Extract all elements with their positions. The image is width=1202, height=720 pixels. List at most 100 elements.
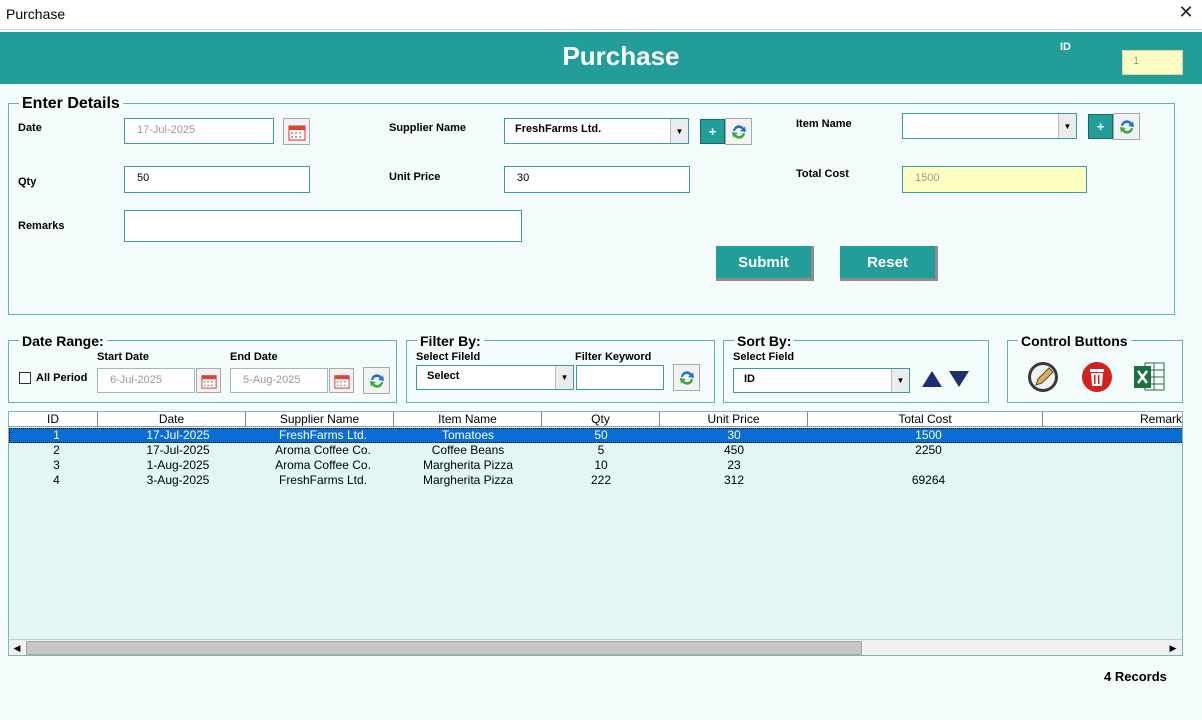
submit-button[interactable]: Submit	[716, 246, 814, 281]
end-date-label: End Date	[230, 351, 278, 363]
sort-field-select[interactable]: ID ▼	[733, 368, 910, 393]
cell-unit-price: 450	[723, 443, 745, 457]
column-header-unit-price[interactable]: Unit Price	[660, 412, 808, 427]
excel-icon	[1134, 362, 1165, 391]
cell-item: Margherita Pizza	[422, 473, 514, 487]
chevron-down-icon[interactable]: ▼	[1058, 114, 1076, 138]
filter-field-select[interactable]: Select ▼	[416, 365, 574, 390]
remarks-field[interactable]	[124, 210, 522, 242]
trash-icon	[1082, 362, 1112, 392]
cell-date: 1-Aug-2025	[146, 458, 210, 472]
add-supplier-button[interactable]: +	[700, 119, 725, 144]
cell-date: 17-Jul-2025	[146, 428, 210, 442]
start-date-field[interactable]: 6-Jul-2025	[97, 368, 195, 393]
purchase-grid[interactable]: ID Date Supplier Name Item Name Qty Unit…	[8, 411, 1183, 656]
sort-by-legend: Sort By:	[734, 333, 795, 349]
column-header-item[interactable]: Item Name	[394, 412, 542, 427]
window-title: Purchase	[6, 6, 66, 22]
export-excel-button[interactable]	[1131, 360, 1167, 394]
all-period-label: All Period	[36, 372, 88, 384]
edit-button[interactable]	[1025, 360, 1061, 394]
edit-icon	[1028, 362, 1058, 392]
sort-field-label: Select Field	[733, 351, 795, 363]
unit-price-field[interactable]: 30	[504, 166, 690, 193]
column-header-supplier[interactable]: Supplier Name	[246, 412, 394, 427]
cell-item: Tomatoes	[441, 428, 495, 442]
start-date-label: Start Date	[97, 351, 149, 363]
column-header-date[interactable]: Date	[98, 412, 246, 427]
sort-ascending-button[interactable]	[921, 369, 943, 389]
total-cost-label: Total Cost	[796, 168, 849, 180]
refresh-icon	[369, 373, 384, 388]
chevron-down-icon[interactable]: ▼	[891, 369, 909, 392]
scroll-right-icon[interactable]: ▶	[1166, 641, 1180, 655]
refresh-icon	[731, 124, 746, 139]
cell-item: Margherita Pizza	[422, 458, 514, 472]
cell-unit-price: 23	[727, 458, 741, 472]
id-field[interactable]: 1	[1122, 50, 1183, 75]
refresh-icon	[1119, 119, 1134, 134]
calendar-icon	[333, 374, 350, 389]
sort-descending-button[interactable]	[948, 369, 970, 389]
cell-supplier: FreshFarms Ltd.	[278, 428, 368, 442]
cell-qty: 50	[594, 428, 608, 442]
unit-price-label: Unit Price	[389, 171, 441, 183]
close-icon[interactable]: ✕	[1176, 2, 1196, 23]
cell-total-cost: 1500	[915, 428, 942, 442]
refresh-item-button[interactable]	[1113, 113, 1140, 140]
control-buttons-legend: Control Buttons	[1018, 333, 1131, 349]
refresh-icon	[679, 370, 694, 385]
page-title: Purchase	[562, 41, 680, 71]
column-header-qty[interactable]: Qty	[542, 412, 660, 427]
record-count: 4 Records	[1104, 669, 1167, 684]
refresh-supplier-button[interactable]	[725, 118, 752, 145]
scrollbar-thumb[interactable]	[26, 641, 862, 655]
scroll-left-icon[interactable]: ◀	[10, 641, 24, 655]
column-header-remark[interactable]: Remark	[1043, 412, 1182, 427]
cell-remark	[1049, 458, 1182, 473]
table-row[interactable]: 1 17-Jul-2025 FreshFarms Ltd. Tomatoes 5…	[9, 428, 1182, 443]
end-date-calendar-button[interactable]	[329, 368, 354, 393]
arrow-down-icon	[949, 371, 969, 387]
date-field[interactable]: 17-Jul-2025	[124, 118, 274, 144]
refresh-date-range-button[interactable]	[363, 367, 390, 394]
calendar-icon	[200, 374, 217, 389]
cell-total-cost	[808, 458, 1049, 473]
cell-id: 4	[53, 473, 60, 487]
all-period-checkbox[interactable]	[19, 372, 31, 384]
table-row[interactable]: 2 17-Jul-2025 Aroma Coffee Co. Coffee Be…	[9, 443, 1182, 458]
delete-button[interactable]	[1079, 360, 1115, 394]
calendar-icon	[288, 125, 305, 140]
qty-field[interactable]: 50	[124, 166, 310, 193]
refresh-filter-button[interactable]	[673, 364, 700, 391]
table-row[interactable]: 4 3-Aug-2025 FreshFarms Ltd. Margherita …	[9, 473, 1182, 488]
column-header-id[interactable]: ID	[9, 412, 98, 427]
form-header: Purchase ID	[0, 32, 1202, 84]
cell-remark	[1049, 443, 1182, 458]
cell-qty: 222	[590, 473, 612, 487]
filter-field-value: Select	[427, 370, 460, 382]
start-date-calendar-button[interactable]	[196, 368, 221, 393]
horizontal-scrollbar[interactable]: ◀ ▶	[9, 639, 1182, 655]
end-date-field[interactable]: 5-Aug-2025	[230, 368, 328, 393]
filter-by-legend: Filter By:	[417, 333, 484, 349]
date-calendar-button[interactable]	[283, 118, 310, 145]
cell-id: 1	[53, 428, 60, 442]
table-row[interactable]: 3 1-Aug-2025 Aroma Coffee Co. Margherita…	[9, 458, 1182, 473]
chevron-down-icon[interactable]: ▼	[670, 119, 688, 143]
item-select[interactable]: ▼	[902, 113, 1077, 139]
add-item-button[interactable]: +	[1088, 114, 1113, 139]
total-cost-field[interactable]: 1500	[902, 166, 1087, 193]
date-label: Date	[18, 122, 42, 134]
qty-label: Qty	[18, 176, 37, 188]
cell-qty: 5	[597, 443, 605, 457]
cell-remark	[1049, 428, 1182, 443]
supplier-select[interactable]: FreshFarms Ltd. ▼	[504, 118, 689, 144]
chevron-down-icon[interactable]: ▼	[555, 366, 573, 389]
filter-keyword-input[interactable]	[576, 365, 664, 390]
supplier-label: Supplier Name	[389, 122, 467, 134]
reset-button[interactable]: Reset	[840, 246, 938, 281]
column-header-total-cost[interactable]: Total Cost	[808, 412, 1043, 427]
cell-total-cost: 2250	[915, 443, 942, 457]
filter-keyword-label: Filter Keyword	[575, 351, 652, 363]
